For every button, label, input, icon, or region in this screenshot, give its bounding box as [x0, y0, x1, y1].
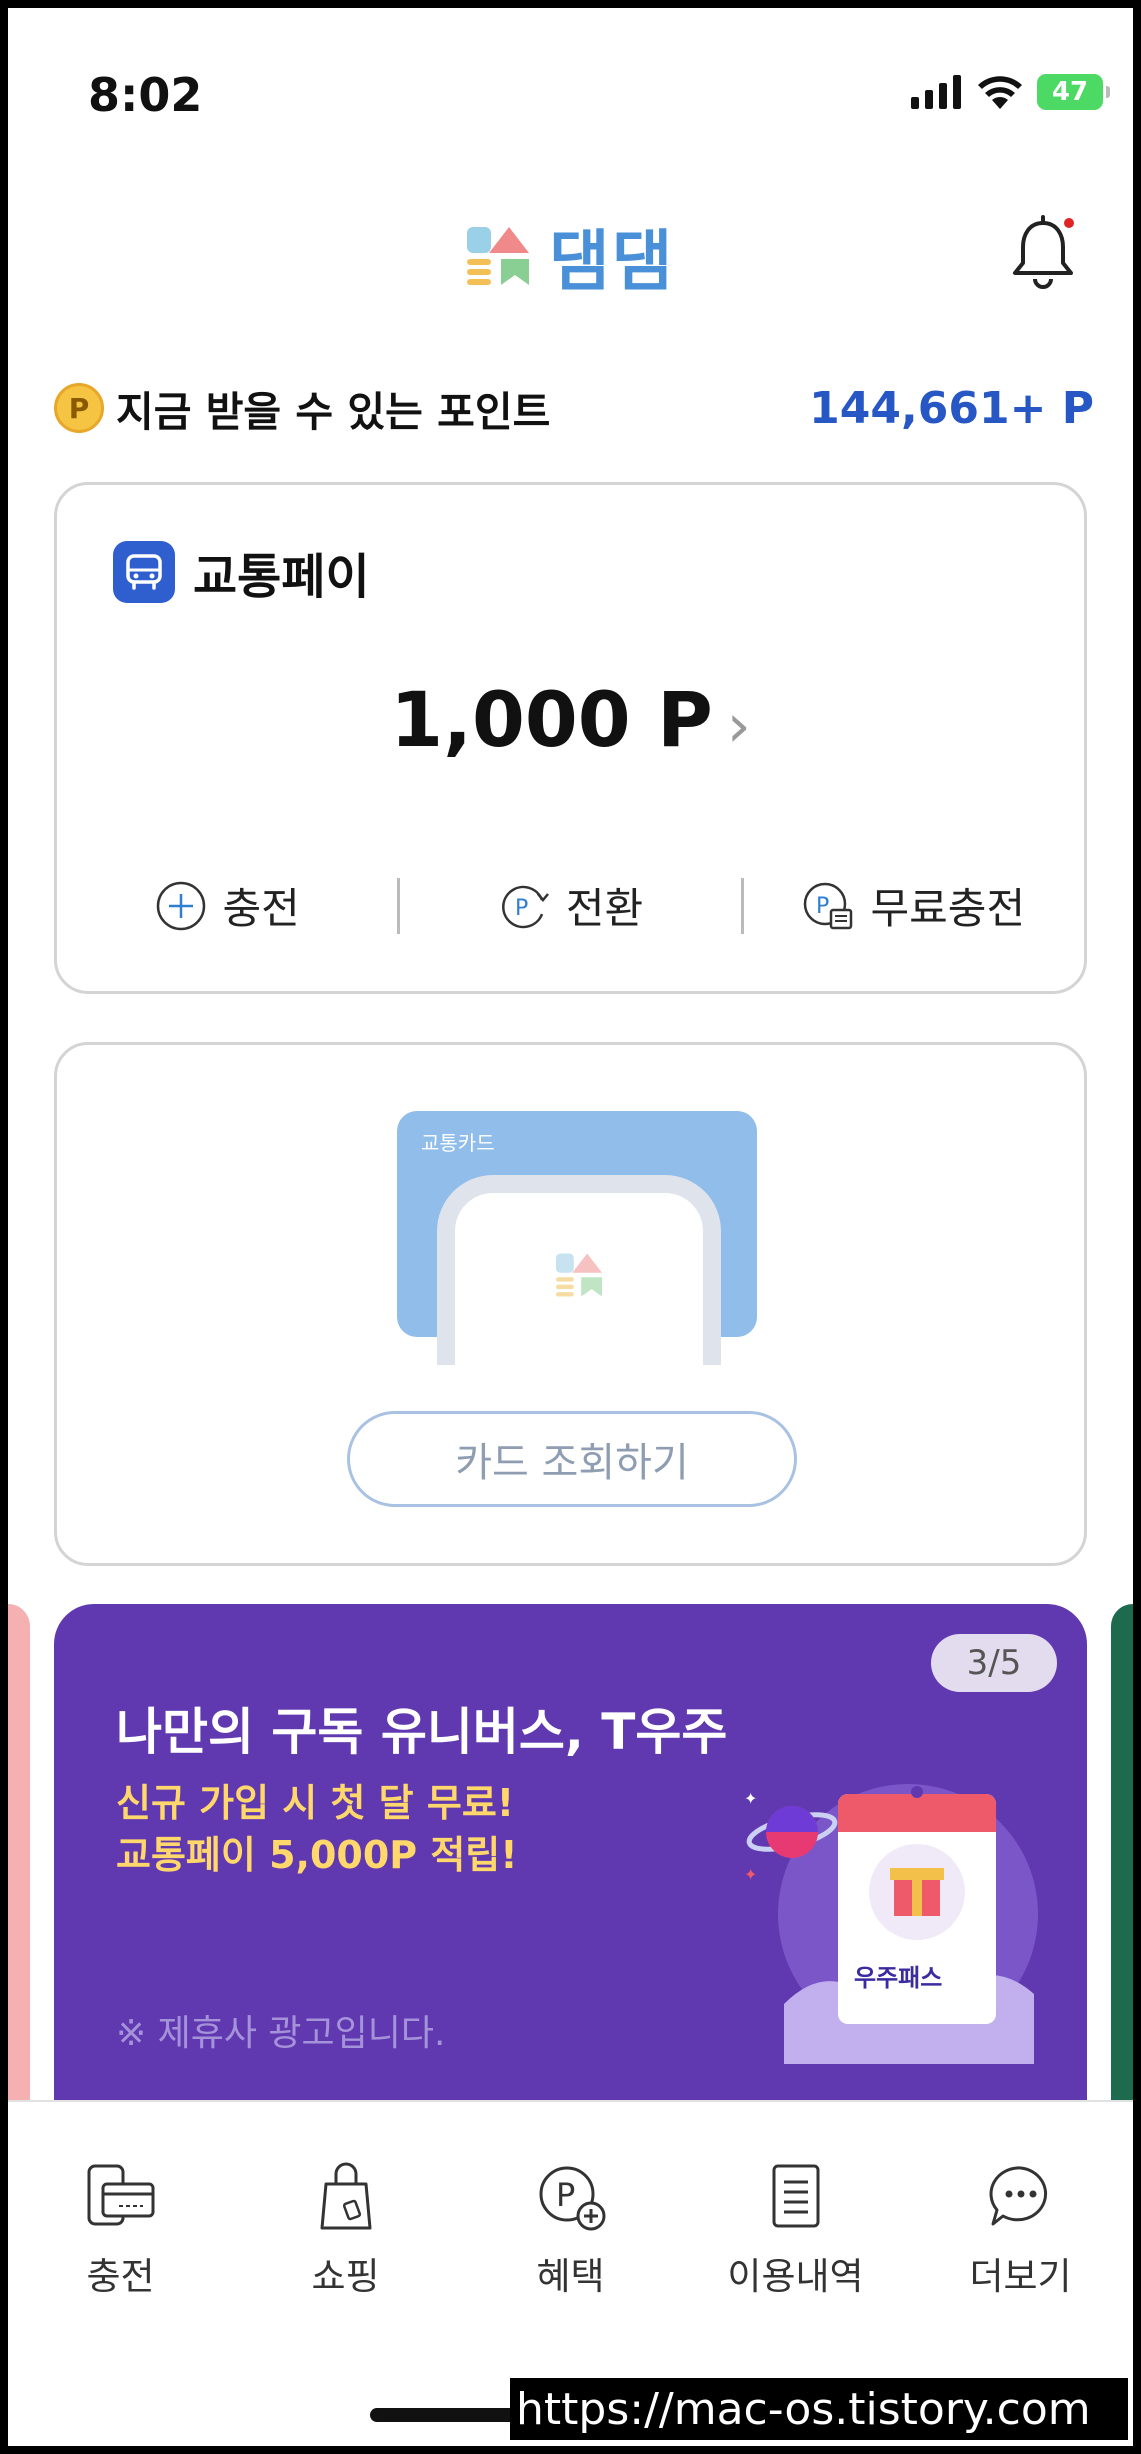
- available-points-label-group: P 지금 받을 수 있는 포인트: [54, 378, 550, 438]
- nav-item-history[interactable]: 이용내역: [683, 2158, 908, 2300]
- transit-card-label: 교통카드: [421, 1131, 495, 1155]
- pass-art-label: 우주패스: [854, 1964, 942, 1992]
- wifi-icon: [978, 76, 1022, 109]
- svg-text:P: P: [556, 2176, 575, 2214]
- svg-text:P: P: [816, 894, 829, 919]
- point-convert-icon: P: [501, 885, 549, 928]
- status-time: 8:02: [88, 68, 203, 122]
- more-chat-icon: [989, 2166, 1047, 2226]
- banner-subtitle-2: 교통페이 5,000P 적립!: [116, 1833, 518, 1877]
- chevron-right-icon: ›: [726, 691, 751, 761]
- available-points-row[interactable]: P 지금 받을 수 있는 포인트 144,661+ P: [54, 378, 1094, 438]
- point-free-charge-icon: P: [803, 882, 852, 929]
- transit-pay-title: 교통페이: [113, 537, 370, 607]
- transit-pay-actions: 충전 P 전환 P 무료충전: [57, 875, 1084, 936]
- nav-item-shopping[interactable]: 쇼핑: [233, 2158, 458, 2300]
- subscription-pass-illustration: 우주패스 ✦ ✦: [744, 1784, 1038, 2064]
- promo-banner[interactable]: 3/5 나만의 구독 유니버스, T우주 신규 가입 시 첫 달 무료! 교통페…: [54, 1604, 1087, 2124]
- transit-pay-card: 교통페이 1,000 P › 충전 P 전환 P 무료충전: [54, 482, 1087, 994]
- available-points-label: 지금 받을 수 있는 포인트: [116, 388, 551, 436]
- banner-page-indicator: 3/5: [931, 1634, 1057, 1692]
- nav-item-charge[interactable]: 충전: [8, 2158, 233, 2300]
- free-charge-button[interactable]: P 무료충전: [744, 875, 1084, 936]
- app-screen: 8:02 47 댐댐 P 지금 받을 수 있는 포인트 144,661+ P 교…: [8, 8, 1133, 2446]
- svg-text:✦: ✦: [744, 1865, 757, 1884]
- nav-label-history: 이용내역: [727, 2255, 864, 2298]
- available-points-value: 144,661+ P: [809, 382, 1094, 434]
- nav-label-more: 더보기: [969, 2255, 1072, 2298]
- watermark-url: https://mac-os.tistory.com: [510, 2378, 1128, 2440]
- battery-level: 47: [1051, 77, 1089, 107]
- nav-label-shopping: 쇼핑: [311, 2255, 380, 2298]
- nav-label-charge: 충전: [86, 2255, 155, 2298]
- shopping-bag-icon: [320, 2162, 371, 2230]
- free-charge-button-label: 무료충전: [870, 884, 1026, 933]
- banner-ad-note: ※ 제휴사 광고입니다.: [116, 2013, 446, 2054]
- convert-button[interactable]: P 전환: [400, 875, 740, 936]
- logo-text: 댐댐: [549, 223, 675, 300]
- charge-button-label: 충전: [222, 884, 300, 933]
- history-document-icon: [772, 2164, 819, 2228]
- card-lookup-button[interactable]: 카드 조회하기: [347, 1411, 797, 1507]
- svg-text:✦: ✦: [744, 1789, 757, 1808]
- signal-icon: [911, 75, 961, 109]
- transit-pay-title-text: 교통페이: [193, 549, 370, 605]
- convert-button-label: 전환: [565, 884, 644, 933]
- banner-title: 나만의 구독 유니버스, T우주: [116, 1703, 728, 1761]
- notification-dot: [1064, 218, 1074, 228]
- phone-illustration: [437, 1175, 721, 1365]
- transit-card-panel: 교통카드 카드 조회하기: [54, 1042, 1087, 1566]
- charge-device-icon: [87, 2164, 154, 2226]
- nav-item-more[interactable]: 더보기: [908, 2158, 1133, 2300]
- bottom-nav-items: 충전 쇼핑 P 혜택 이용내역 더보기: [8, 2158, 1133, 2300]
- nav-label-benefit: 혜택: [536, 2255, 605, 2298]
- banner-subtitle-1: 신규 가입 시 첫 달 무료!: [116, 1781, 515, 1825]
- nav-item-benefit[interactable]: P 혜택: [458, 2158, 683, 2300]
- phone-notch: [571, 1199, 623, 1207]
- logo-mark-icon: [555, 1253, 603, 1297]
- status-icons: 47: [911, 74, 1110, 110]
- point-coin-icon: P: [54, 383, 104, 433]
- banner-prev-peek[interactable]: [8, 1604, 30, 2124]
- benefit-point-icon: P: [539, 2166, 605, 2231]
- transit-pay-balance[interactable]: 1,000 P ›: [57, 675, 1084, 764]
- plus-circle-icon: [156, 881, 205, 930]
- banner-next-peek[interactable]: [1111, 1604, 1133, 2124]
- app-logo: 댐댐: [463, 208, 674, 304]
- logo-mark-icon: [467, 227, 529, 285]
- transit-pay-amount: 1,000 P: [390, 675, 713, 764]
- svg-text:P: P: [515, 896, 528, 921]
- bus-icon: [113, 541, 175, 603]
- battery-indicator: 47: [1037, 74, 1110, 110]
- charge-button[interactable]: 충전: [57, 875, 397, 936]
- notification-bell-icon[interactable]: [1007, 213, 1079, 293]
